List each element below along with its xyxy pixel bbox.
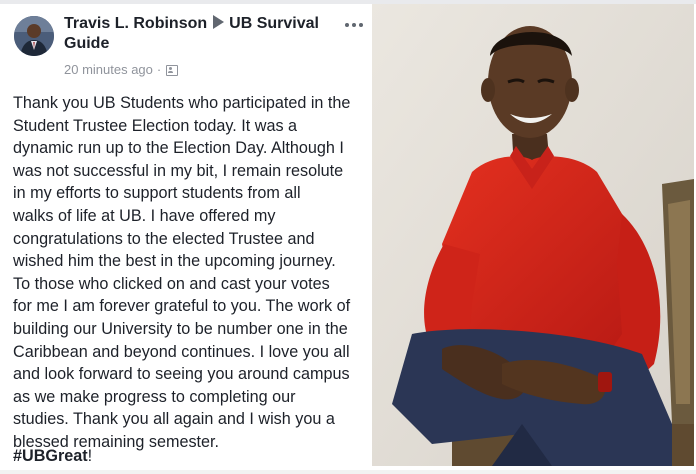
group-audience-icon[interactable] — [166, 64, 179, 76]
post-body: Thank you UB Students who participated i… — [13, 94, 351, 451]
avatar[interactable] — [14, 16, 54, 56]
hashtag-suffix: ! — [87, 447, 93, 465]
meta-separator: · — [156, 62, 162, 77]
bottom-divider — [0, 470, 696, 474]
screenshot-frame: Travis L. Robinson UB Survival Guide 20 m… — [0, 0, 696, 474]
share-to-arrow-icon — [213, 15, 225, 29]
more-options-button[interactable] — [342, 18, 366, 32]
more-options-icon — [345, 23, 349, 27]
facebook-post: Travis L. Robinson UB Survival Guide 20 m… — [0, 4, 370, 470]
hashtag-link[interactable]: #UBGreat — [13, 447, 88, 465]
post-author-line: Travis L. Robinson UB Survival Guide — [64, 14, 344, 54]
post-photo[interactable] — [372, 4, 694, 466]
post-hashtag-line: #UBGreat! — [13, 445, 92, 468]
avatar-image — [14, 16, 54, 56]
post-meta: 20 minutes ago · — [64, 62, 179, 78]
post-header: Travis L. Robinson UB Survival Guide 20 m… — [12, 14, 368, 84]
author-name[interactable]: Travis L. Robinson — [64, 15, 207, 32]
portrait-image — [372, 4, 694, 466]
timestamp[interactable]: 20 minutes ago — [64, 62, 153, 78]
